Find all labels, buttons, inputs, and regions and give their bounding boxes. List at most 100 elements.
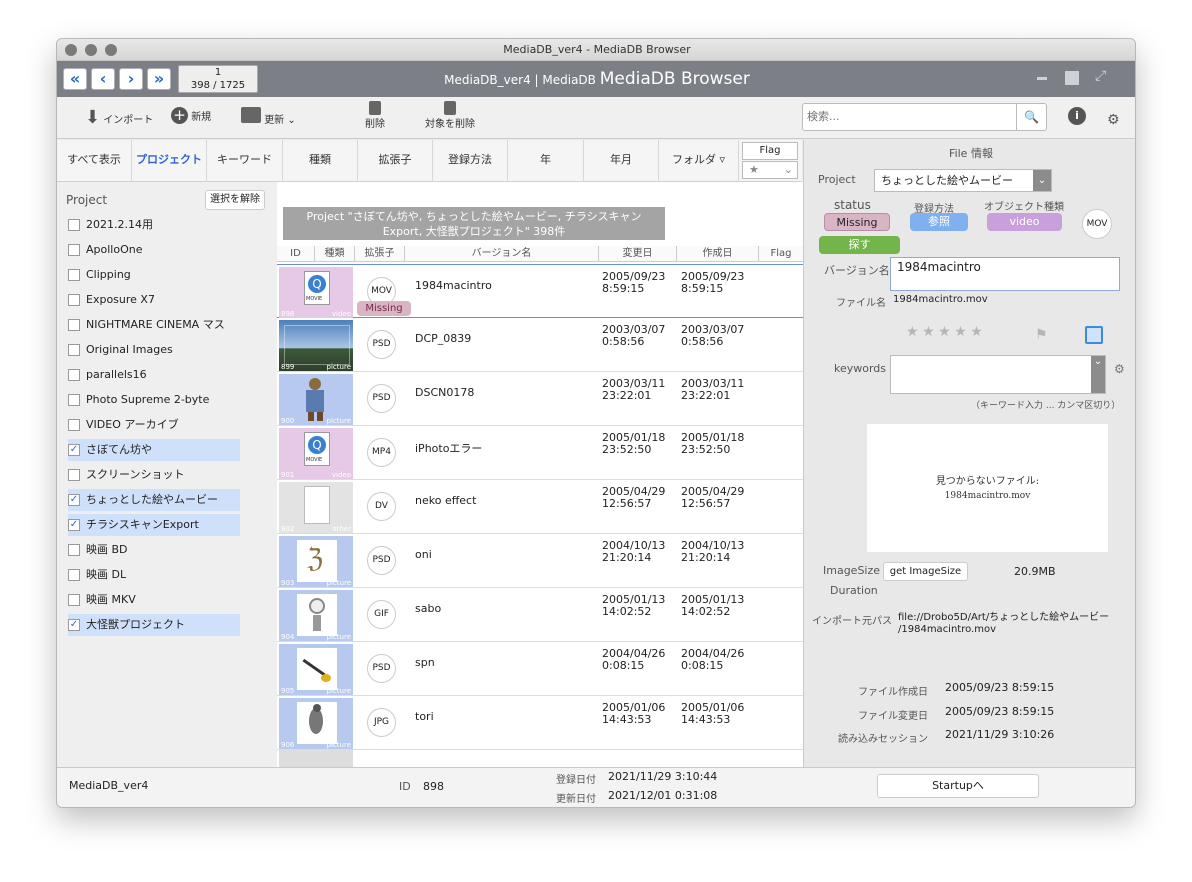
prev-record-button[interactable]: ‹ (91, 68, 115, 90)
table-row[interactable]: ℨ 903 picture PSD oni 2004/10/13 21:20:14 2004… (277, 534, 803, 588)
checkbox[interactable] (68, 269, 80, 281)
checkbox[interactable] (68, 244, 80, 256)
project-select[interactable]: ちょっとした絵やムービー ⌄ (874, 169, 1052, 192)
sidebar-project-item[interactable]: Photo Supreme 2-byte (68, 389, 240, 411)
delete-button[interactable]: 削除 (363, 101, 387, 130)
version-name-field[interactable]: 1984macintro (890, 257, 1120, 291)
sidebar-project-item[interactable]: NIGHTMARE CINEMA マス (68, 314, 240, 336)
keywords-input[interactable]: ⌄ (890, 355, 1106, 394)
tab-year-month[interactable]: 年月 (584, 140, 659, 182)
tab-extension[interactable]: 拡張子 (358, 140, 433, 182)
sidebar-project-item[interactable]: Exposure X7 (68, 289, 240, 311)
sidebar-project-item[interactable]: 映画 DL (68, 564, 240, 586)
minimize-window-button[interactable] (85, 44, 97, 56)
checkbox[interactable] (68, 419, 80, 431)
table-row[interactable]: 900 picture PSD DSCN0178 2003/03/11 23:22:01… (277, 372, 803, 426)
checkbox[interactable] (68, 219, 80, 231)
star-icon[interactable]: ★ (906, 324, 919, 340)
keywords-gear-icon[interactable]: ⚙ (1114, 362, 1125, 376)
checkbox[interactable] (68, 294, 80, 306)
info-icon[interactable]: i (1068, 107, 1086, 125)
checkbox[interactable]: ✓ (68, 619, 80, 631)
sidebar-project-item[interactable]: 映画 MKV (68, 589, 240, 611)
gear-icon[interactable]: ⚙ (1107, 112, 1120, 128)
checkbox[interactable]: ✓ (68, 519, 80, 531)
table-row[interactable]: 902 other DV neko effect 2005/04/29 12:56:57… (277, 480, 803, 534)
sidebar-project-item[interactable]: Clipping (68, 264, 240, 286)
tab-folder[interactable]: フォルダ ▿ (659, 140, 739, 182)
sidebar-project-item[interactable]: 2021.2.14用 (68, 214, 240, 236)
star-icon[interactable]: ★ (938, 324, 951, 340)
sidebar-project-item[interactable]: parallels16 (68, 364, 240, 386)
next-record-button[interactable]: › (119, 68, 143, 90)
flag-icon[interactable]: ⚑ (1035, 327, 1048, 343)
finder-icon[interactable] (1085, 326, 1103, 344)
col-version-name[interactable]: バージョン名 (405, 246, 599, 262)
checkbox[interactable] (68, 394, 80, 406)
minimize-icon[interactable] (1037, 77, 1047, 80)
table-row[interactable]: 904 picture GIF sabo 2005/01/13 14:02:52 2005… (277, 588, 803, 642)
sidebar-project-item[interactable]: VIDEO アーカイブ (68, 414, 240, 436)
col-modified[interactable]: 変更日 (599, 246, 677, 262)
col-id[interactable]: ID (277, 246, 315, 262)
star-icon[interactable]: ★ (922, 324, 935, 340)
record-current[interactable]: 1 (179, 66, 257, 79)
delete-target-button[interactable]: 対象を削除 (423, 101, 477, 130)
sidebar-project-item[interactable]: ApolloOne (68, 239, 240, 261)
search-button[interactable]: 🔍 (1016, 104, 1046, 130)
flag-select[interactable]: ★ ⌄ (742, 161, 798, 179)
tab-keyword[interactable]: キーワード (207, 140, 283, 182)
checkbox[interactable] (68, 369, 80, 381)
sidebar-project-item[interactable]: Original Images (68, 339, 240, 361)
flag-tab[interactable]: Flag (742, 142, 798, 160)
checkbox[interactable] (68, 569, 80, 581)
get-image-size-button[interactable]: get ImageSize (883, 562, 968, 581)
tab-year[interactable]: 年 (508, 140, 584, 182)
update-button[interactable]: 更新 ⌄ (241, 107, 296, 126)
record-counter[interactable]: 1 398 / 1725 (178, 65, 258, 93)
close-window-button[interactable] (65, 44, 77, 56)
rating-stars[interactable]: ★ ★ ★ ★ ★ (906, 324, 983, 340)
table-row[interactable]: Q MOVIE 901 video MP4 iPhotoエラー 2005/01/18 23:… (277, 426, 803, 480)
import-button[interactable]: ⬇ インポート (85, 107, 153, 128)
sidebar-project-label: さぼてん坊や (86, 443, 152, 456)
col-kind[interactable]: 種類 (315, 246, 355, 262)
col-extension[interactable]: 拡張子 (355, 246, 405, 262)
maximize-icon[interactable] (1065, 71, 1079, 85)
clear-selection-button[interactable]: 選択を解除 (205, 190, 265, 210)
checkbox[interactable] (68, 319, 80, 331)
find-button[interactable]: 探す (819, 236, 900, 254)
col-created[interactable]: 作成日 (677, 246, 759, 262)
checkbox[interactable] (68, 469, 80, 481)
sidebar-project-item[interactable]: ✓ ちょっとした絵やムービー (68, 489, 240, 511)
star-icon[interactable]: ★ (970, 324, 983, 340)
new-button[interactable]: + 新規 (171, 107, 211, 124)
sidebar-project-item[interactable]: スクリーンショット (68, 464, 240, 486)
fullscreen-icon[interactable]: ⤢ (1095, 68, 1106, 84)
col-flag[interactable]: Flag (759, 246, 803, 262)
first-record-button[interactable]: « (63, 68, 87, 90)
tab-kind[interactable]: 種類 (283, 140, 358, 182)
tab-registration[interactable]: 登録方法 (433, 140, 508, 182)
checkbox[interactable]: ✓ (68, 444, 80, 456)
tab-all[interactable]: すべて表示 (57, 140, 132, 182)
sidebar-project-item[interactable]: ✓ さぼてん坊や (68, 439, 240, 461)
last-record-button[interactable]: » (147, 68, 171, 90)
table-row[interactable]: Q MOVIE 898 video MOV Missing 1984macintro 2005… (277, 264, 803, 318)
checkbox[interactable] (68, 544, 80, 556)
table-row[interactable]: 899 picture PSD DCP_0839 2003/03/07 0:58:56 2… (277, 318, 803, 372)
checkbox[interactable] (68, 344, 80, 356)
sidebar-project-item[interactable]: ✓ 大怪獣プロジェクト (68, 614, 240, 636)
sidebar-project-item[interactable]: ✓ チラシスキャンExport (68, 514, 240, 536)
tab-project[interactable]: プロジェクト (132, 140, 207, 182)
star-icon[interactable]: ★ (954, 324, 967, 340)
checkbox[interactable] (68, 594, 80, 606)
table-row[interactable]: 906 picture JPG tori 2005/01/06 14:43:53 2005… (277, 696, 803, 750)
search-input[interactable] (803, 104, 1003, 128)
checkbox[interactable]: ✓ (68, 494, 80, 506)
table-row[interactable]: 905 picture PSD spn 2004/04/26 0:08:15 2004/0… (277, 642, 803, 696)
sidebar-project-item[interactable]: 映画 BD (68, 539, 240, 561)
zoom-window-button[interactable] (105, 44, 117, 56)
startup-button[interactable]: Startupへ (877, 774, 1039, 798)
keywords-hint: （キーワード入力 ... カンマ区切り） (971, 401, 1121, 411)
